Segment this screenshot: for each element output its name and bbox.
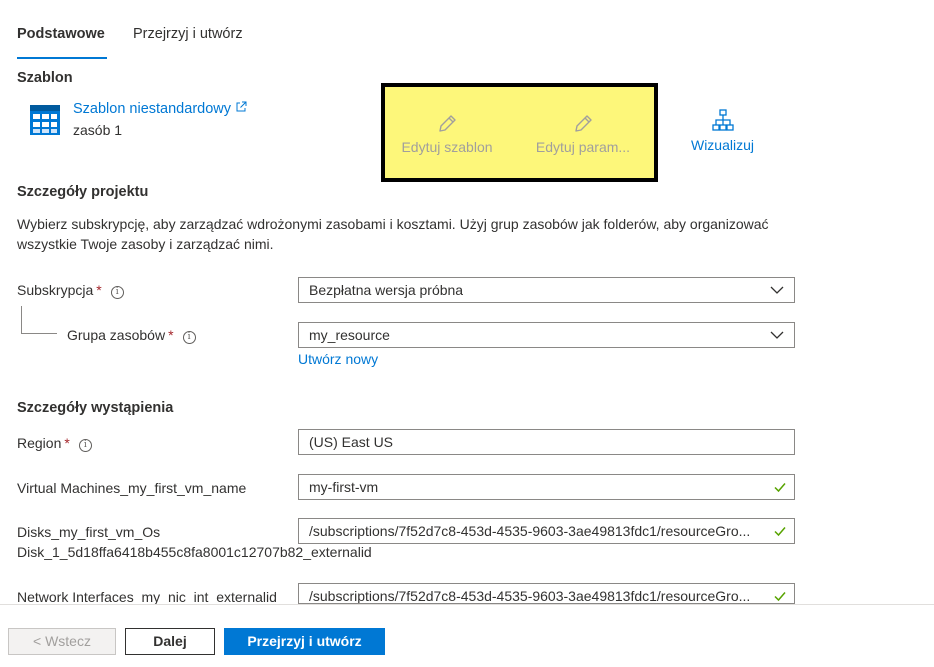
subscription-select[interactable]: Bezpłatna wersja próbna [298, 277, 795, 303]
region-value: (US) East US [309, 434, 394, 450]
disk-input[interactable]: /subscriptions/7f52d7c8-453d-4535-9603-3… [298, 518, 795, 544]
project-details-heading: Szczegóły projektu [17, 184, 149, 200]
info-icon[interactable]: i [110, 286, 124, 299]
vm-name-label: Virtual Machines_my_first_vm_name [17, 480, 247, 496]
info-icon[interactable]: i [78, 439, 92, 452]
edit-params-button[interactable]: Edytuj param... [523, 113, 643, 155]
back-button[interactable]: < Wstecz [8, 628, 116, 655]
tree-connector [21, 333, 57, 334]
required-marker: * [64, 435, 70, 451]
subscription-label-text: Subskrypcja [17, 282, 94, 298]
chevron-down-icon [770, 286, 784, 294]
edit-template-button[interactable]: Edytuj szablon [387, 113, 507, 155]
highlight-box: Edytuj szablon Edytuj param... [381, 83, 658, 182]
instance-details-heading: Szczegóły wystąpienia [17, 400, 174, 416]
required-marker: * [96, 282, 102, 298]
nic-input[interactable]: /subscriptions/7f52d7c8-453d-4535-9603-3… [298, 583, 795, 604]
disk-label-line2: Disk_1_5d18ffa6418b455c8fa8001c12707b82_… [17, 544, 372, 560]
next-button[interactable]: Dalej [125, 628, 215, 655]
checkmark-icon [774, 483, 786, 493]
vm-name-value: my-first-vm [309, 479, 379, 495]
info-icon[interactable]: i [182, 331, 196, 344]
disk-value: /subscriptions/7f52d7c8-453d-4535-9603-3… [309, 523, 751, 539]
resource-group-label-text: Grupa zasobów [67, 327, 166, 343]
disk-label-line1: Disks_my_first_vm_Os [17, 524, 161, 540]
tab-basics[interactable]: Podstawowe [17, 26, 105, 42]
pencil-icon [575, 115, 592, 132]
region-label-text: Region [17, 435, 62, 451]
project-description: Wybierz subskrypcję, aby zarządzać wdroż… [17, 216, 769, 252]
checkmark-icon [774, 527, 786, 537]
visualize-button[interactable]: Wizualizuj [680, 108, 765, 153]
edit-template-label: Edytuj szablon [401, 139, 493, 155]
pencil-icon [439, 115, 456, 132]
template-heading: Szablon [17, 70, 73, 86]
chevron-down-icon [770, 331, 784, 339]
hierarchy-icon [711, 109, 734, 131]
resource-group-select[interactable]: my_resource [298, 322, 795, 348]
region-input[interactable]: (US) East US [298, 429, 795, 455]
template-name-text[interactable]: Szablon niestandardowy [73, 101, 231, 117]
tab-review-create[interactable]: Przejrzyj i utwórz [133, 26, 243, 42]
visualize-label: Wizualizuj [690, 137, 754, 153]
resource-group-value: my_resource [309, 327, 390, 343]
active-tab-indicator [17, 57, 107, 59]
create-new-link[interactable]: Utwórz nowy [298, 351, 378, 367]
footer-divider [0, 604, 934, 605]
checkmark-icon [774, 592, 786, 602]
template-grid-icon [30, 105, 60, 135]
required-marker: * [168, 327, 174, 343]
template-name-link[interactable]: Szablon niestandardowy [73, 101, 247, 117]
nic-label: Network Interfaces_my_nic_int_externalid [17, 589, 277, 605]
tree-connector [21, 306, 22, 334]
review-create-button[interactable]: Przejrzyj i utwórz [224, 628, 385, 655]
subscription-label: Subskrypcja * i [17, 282, 124, 299]
template-resource-count: zasób 1 [73, 122, 123, 138]
edit-params-label: Edytuj param... [535, 139, 631, 155]
vm-name-input[interactable]: my-first-vm [298, 474, 795, 500]
nic-value: /subscriptions/7f52d7c8-453d-4535-9603-3… [309, 588, 751, 604]
subscription-value: Bezpłatna wersja próbna [309, 282, 464, 298]
region-label: Region * i [17, 435, 92, 452]
resource-group-label: Grupa zasobów * i [67, 327, 196, 344]
external-link-icon [236, 101, 247, 112]
